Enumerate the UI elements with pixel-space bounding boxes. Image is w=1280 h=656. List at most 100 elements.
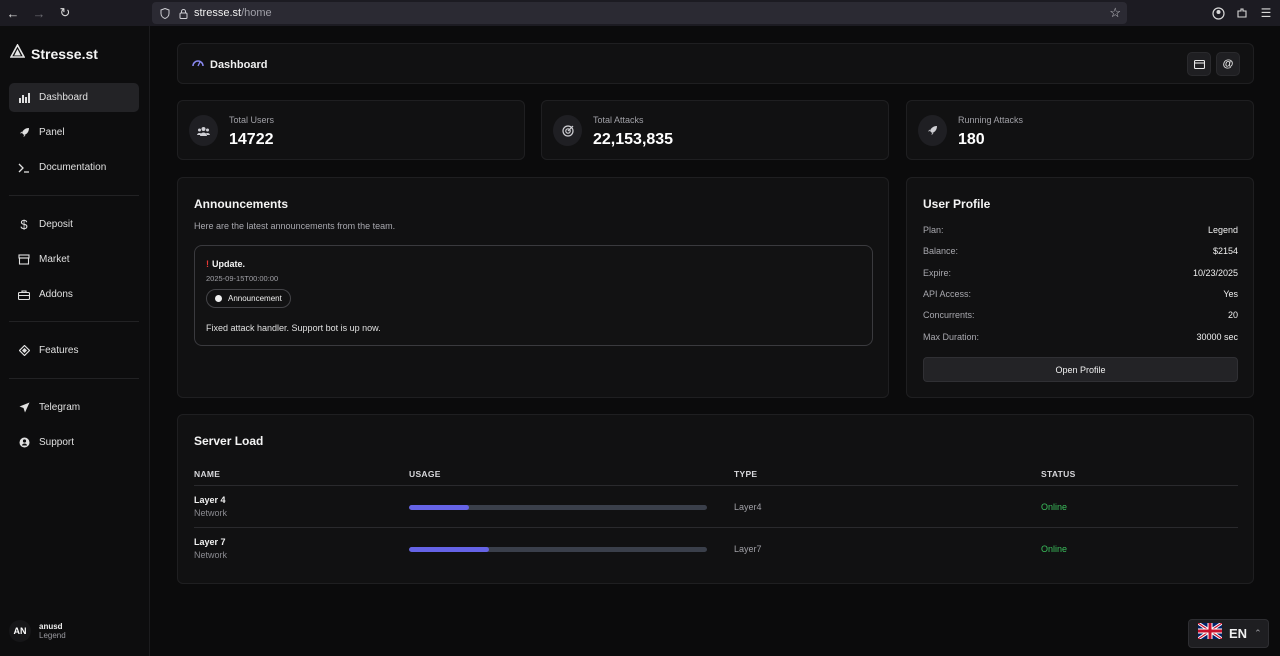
announcement-body: Fixed attack handler. Support bot is up … [206,323,381,333]
support-icon [17,436,31,450]
lock-icon[interactable] [176,6,190,20]
server-load-title: Server Load [194,434,264,448]
sidebar-divider [9,378,139,379]
profile-key: Balance: [923,246,959,256]
avatar: AN [9,620,31,642]
profile-value: Legend [1207,225,1238,235]
usage-bar-fill [409,547,490,552]
announcements-card: Announcements Here are the latest announ… [177,177,889,398]
sidebar-item-telegram[interactable]: Telegram [9,393,139,422]
column-header-status: STATUS [1041,469,1076,479]
sidebar-item-label: Dashboard [39,92,88,103]
status-online: Online [1041,502,1068,512]
address-bar[interactable]: stresse.st/home ☆ [152,2,1127,24]
profile-key: Expire: [923,268,952,278]
server-name: Layer 4 [194,495,226,505]
rocket-icon [918,115,947,146]
stat-card-total-users: Total Users 14722 [177,100,525,160]
page-title: Dashboard [210,58,268,71]
url-host: stresse.st [194,7,242,19]
user-plan: Legend [39,631,66,640]
dollar-icon: $ [20,217,28,232]
back-icon[interactable]: ← [0,0,26,26]
exclamation-icon: ! [206,259,209,269]
sidebar-item-label: Features [39,345,79,356]
sidebar-item-market[interactable]: Market [9,245,139,274]
server-category: Network [194,508,228,518]
sidebar-item-panel[interactable]: Panel [9,118,139,147]
store-icon [17,253,31,267]
at-icon: @ [1222,58,1234,70]
gauge-icon [192,58,204,71]
announcement-date: 2025-09-15T00:00:00 [206,274,279,283]
announcement-item: ! Update. 2025-09-15T00:00:00 Announceme… [194,245,873,346]
profile-title: User Profile [923,197,991,211]
brand-name: Stresse.st [31,45,98,62]
profile-value: Yes [1223,289,1238,299]
sidebar-item-dashboard[interactable]: Dashboard [9,83,139,112]
profile-row-concurrents: Concurrents: 20 [923,310,1238,320]
chevron-up-icon: ⌃ [1254,628,1262,638]
profile-value: 30000 sec [1196,332,1238,342]
usage-bar-fill [409,505,469,510]
language-switcher[interactable]: EN ⌃ [1188,619,1269,648]
user-name: anusd [39,622,63,631]
sidebar-divider [9,195,139,196]
table-divider [194,527,1238,528]
send-icon [17,401,31,415]
sidebar-divider [9,321,139,322]
announcement-title: ! Update. [206,259,245,269]
reload-icon[interactable]: ↻ [52,0,78,26]
usage-bar [409,505,707,510]
language-code: EN [1229,626,1248,641]
profile-key: Max Duration: [923,332,980,342]
extensions-icon[interactable] [1234,5,1250,21]
stat-card-running-attacks: Running Attacks 180 [906,100,1254,160]
announcements-title: Announcements [194,197,289,211]
profile-value: $2154 [1212,246,1238,256]
announcements-subtitle: Here are the latest announcements from t… [194,221,396,231]
shield-icon[interactable] [158,6,172,20]
column-header-type: TYPE [734,469,758,479]
sidebar-item-label: Deposit [39,219,73,230]
profile-value: 20 [1227,310,1238,320]
sidebar-item-features[interactable]: Features [9,336,139,365]
profile-row-api-access: API Access: Yes [923,289,1238,299]
logo-icon [9,43,26,63]
wallet-icon [1193,59,1205,69]
page-header: Dashboard @ [177,43,1254,84]
briefcase-icon [17,288,31,302]
sidebar-item-support[interactable]: Support [9,428,139,457]
menu-icon[interactable]: ☰ [1258,5,1274,21]
at-button[interactable]: @ [1216,52,1240,76]
profile-row-balance: Balance: $2154 [923,246,1238,256]
brand[interactable]: Stresse.st [9,43,98,63]
server-load-card: Server Load NAME USAGE TYPE STATUS Layer… [177,414,1254,584]
forward-icon[interactable]: → [26,0,52,26]
browser-toolbar: ← → ↻ stresse.st/home ☆ ☰ [0,0,1280,26]
sidebar: Stresse.st Dashboard Panel Documentation… [0,26,150,656]
stat-card-total-attacks: Total Attacks 22,153,835 [541,100,889,160]
sidebar-item-documentation[interactable]: Documentation [9,153,139,182]
announcement-title-text: Update. [212,259,246,269]
user-account[interactable]: AN anusd Legend [9,620,66,642]
usage-bar [409,547,707,552]
sidebar-item-label: Documentation [39,162,107,173]
column-header-name: NAME [194,469,221,479]
sidebar-item-label: Panel [39,127,65,138]
stat-label: Total Attacks [593,115,644,125]
bookmark-star-icon[interactable]: ☆ [1109,5,1121,21]
account-icon[interactable] [1210,5,1226,21]
open-profile-button[interactable]: Open Profile [923,357,1238,382]
sidebar-item-addons[interactable]: Addons [9,280,139,309]
server-type: Layer7 [734,544,762,554]
profile-row-plan: Plan: Legend [923,225,1238,235]
server-category: Network [194,550,228,560]
sidebar-item-label: Telegram [39,402,81,413]
url-path: /home [241,7,272,19]
wallet-button[interactable] [1187,52,1211,76]
status-online: Online [1041,544,1068,554]
sidebar-item-deposit[interactable]: $ Deposit [9,210,139,239]
stat-label: Total Users [229,115,275,125]
diamond-icon [17,344,31,358]
